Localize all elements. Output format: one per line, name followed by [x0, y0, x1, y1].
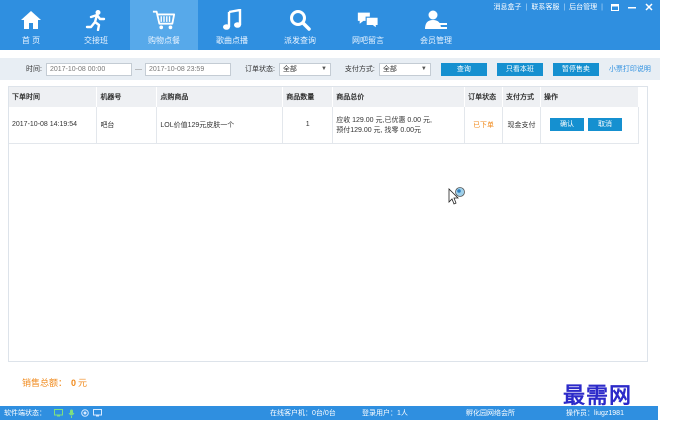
- orders-table: 下单时间 机器号 点购商品 商品数量 商品总价 订单状态 支付方式 操作 201…: [9, 87, 639, 144]
- separator: |: [525, 3, 528, 11]
- separator: |: [601, 3, 603, 11]
- nav-item-shift-handover[interactable]: 交接班: [62, 0, 130, 50]
- nav-label-songs: 歌曲点播: [216, 36, 248, 45]
- chevron-down-icon: ▼: [420, 66, 427, 72]
- nav-item-songs[interactable]: 歌曲点播: [198, 0, 266, 50]
- nav-label-messages: 网吧留言: [352, 36, 384, 45]
- nav-item-home[interactable]: 首 页: [0, 0, 62, 50]
- pause-sale-button[interactable]: 暂停售卖: [552, 62, 599, 76]
- header-total-price: 商品总价: [332, 87, 466, 107]
- sales-total-unit: 元: [78, 378, 88, 388]
- nav-label-shift-handover: 交接班: [84, 36, 108, 45]
- header-actions: 操作: [540, 87, 639, 107]
- cell-total-price: 应收 129.00 元,已优惠 0.00 元, 预付129.00 元, 找零 0…: [332, 107, 466, 144]
- nav-item-shopping[interactable]: 购物点餐: [130, 0, 198, 50]
- cafe-name-text: 孵化园网络会所: [466, 410, 515, 417]
- cell-payment-method: 现金支付: [502, 107, 542, 144]
- software-status-label: 软件端状态：: [4, 410, 46, 417]
- cell-order-time: 2017-10-08 14:19:54: [9, 107, 98, 144]
- top-links: 消息盒子 | 联系客服 | 后台管理 |: [494, 2, 654, 12]
- chat-bubbles-icon: [356, 8, 380, 32]
- nav-label-dispatch-query: 派发查询: [284, 36, 316, 45]
- chevron-down-icon: ▼: [320, 66, 327, 72]
- header-payment-method: 支付方式: [502, 87, 542, 107]
- order-status-label: 订单状态:: [244, 66, 275, 73]
- header-machine: 机器号: [96, 87, 158, 107]
- search-icon: [288, 8, 312, 32]
- record-icon: [80, 409, 89, 418]
- nav-item-messages[interactable]: 网吧留言: [334, 0, 402, 50]
- nav-label-home: 首 页: [21, 36, 41, 45]
- sales-total-label: 销售总额：: [22, 378, 68, 388]
- confirm-button[interactable]: 确认: [550, 118, 585, 132]
- payment-method-select[interactable]: 全部 ▼: [378, 62, 431, 76]
- sales-total-value: 0: [71, 378, 77, 388]
- date-to-input[interactable]: 2017-10-08 23:59: [144, 62, 231, 76]
- header-order-status: 订单状态: [464, 87, 504, 107]
- runner-icon: [84, 8, 108, 32]
- filter-bar: 时间: 2017-10-08 00:00 — 2017-10-08 23:59 …: [0, 58, 660, 80]
- header-product: 点购商品: [156, 87, 284, 107]
- contact-support-link[interactable]: 联系客服: [531, 2, 559, 12]
- table-row: 2017-10-08 14:19:54 吧台 LOL价值129元皮肤一个 1 应…: [9, 107, 639, 144]
- current-shift-button[interactable]: 只看本班: [496, 62, 543, 76]
- restore-window-icon[interactable]: [610, 2, 620, 12]
- price-line-1: 应收 129.00 元,已优惠 0.00 元,: [336, 116, 432, 124]
- nav-item-dispatch-query[interactable]: 派发查询: [266, 0, 334, 50]
- date-separator: —: [134, 65, 142, 73]
- header-order-time: 下单时间: [9, 87, 98, 107]
- cell-machine: 吧台: [96, 107, 158, 144]
- member-icon: [424, 8, 448, 32]
- cell-actions: 确认 取消: [540, 107, 639, 144]
- order-status-value: 全部: [282, 66, 297, 73]
- minimize-window-icon[interactable]: [627, 2, 637, 12]
- cell-product: LOL价值129元皮肤一个: [156, 107, 284, 144]
- message-box-link[interactable]: 消息盒子: [494, 2, 522, 12]
- order-status-select[interactable]: 全部 ▼: [278, 62, 331, 76]
- microphone-icon: [67, 409, 76, 418]
- backend-admin-link[interactable]: 后台管理: [569, 2, 597, 12]
- display-icon: [93, 409, 102, 418]
- date-from-input[interactable]: 2017-10-08 00:00: [45, 62, 132, 76]
- header-quantity: 商品数量: [282, 87, 334, 107]
- monitor-status-icon: [54, 409, 63, 418]
- main-nav: 首 页 交接班 购物点餐 歌曲点播 派发查询 网吧留言 会员管理: [0, 0, 470, 50]
- top-navigation-bar: 首 页 交接班 购物点餐 歌曲点播 派发查询 网吧留言 会员管理 消息盒子 | …: [0, 0, 660, 50]
- payment-method-value: 全部: [382, 66, 397, 73]
- online-clients-text: 在线客户机：0台/0台: [270, 410, 336, 417]
- nav-item-members[interactable]: 会员管理: [402, 0, 470, 50]
- time-label: 时间:: [26, 66, 42, 73]
- watermark-logo: 最需网: [563, 383, 633, 409]
- table-header-row: 下单时间 机器号 点购商品 商品数量 商品总价 订单状态 支付方式 操作: [9, 87, 639, 107]
- nav-label-members: 会员管理: [420, 36, 452, 45]
- receipt-print-help-link[interactable]: 小票打印说明: [609, 64, 651, 74]
- sales-total: 销售总额： 0 元: [22, 376, 87, 389]
- shopping-cart-icon: [152, 8, 176, 32]
- logged-users-text: 登录用户：1人: [362, 410, 408, 417]
- music-note-icon: [220, 8, 244, 32]
- cell-quantity: 1: [282, 107, 334, 144]
- close-window-icon[interactable]: [644, 2, 654, 12]
- price-line-2: 预付129.00 元, 找零 0.00元: [336, 126, 422, 134]
- home-icon: [19, 8, 43, 32]
- payment-method-label: 支付方式:: [344, 66, 375, 73]
- status-bar: 软件端状态： 在线客户机：0台/0台 登录用户：1人 孵化园网络会所 操作员：l…: [0, 406, 658, 420]
- loading-cursor-icon: [448, 186, 468, 206]
- orders-panel: 下单时间 机器号 点购商品 商品数量 商品总价 订单状态 支付方式 操作 201…: [8, 86, 648, 362]
- separator: |: [563, 3, 566, 11]
- nav-label-shopping: 购物点餐: [148, 36, 180, 45]
- query-button[interactable]: 查询: [440, 62, 487, 76]
- cell-order-status: 已下单: [464, 107, 504, 144]
- cancel-button[interactable]: 取消: [587, 118, 622, 132]
